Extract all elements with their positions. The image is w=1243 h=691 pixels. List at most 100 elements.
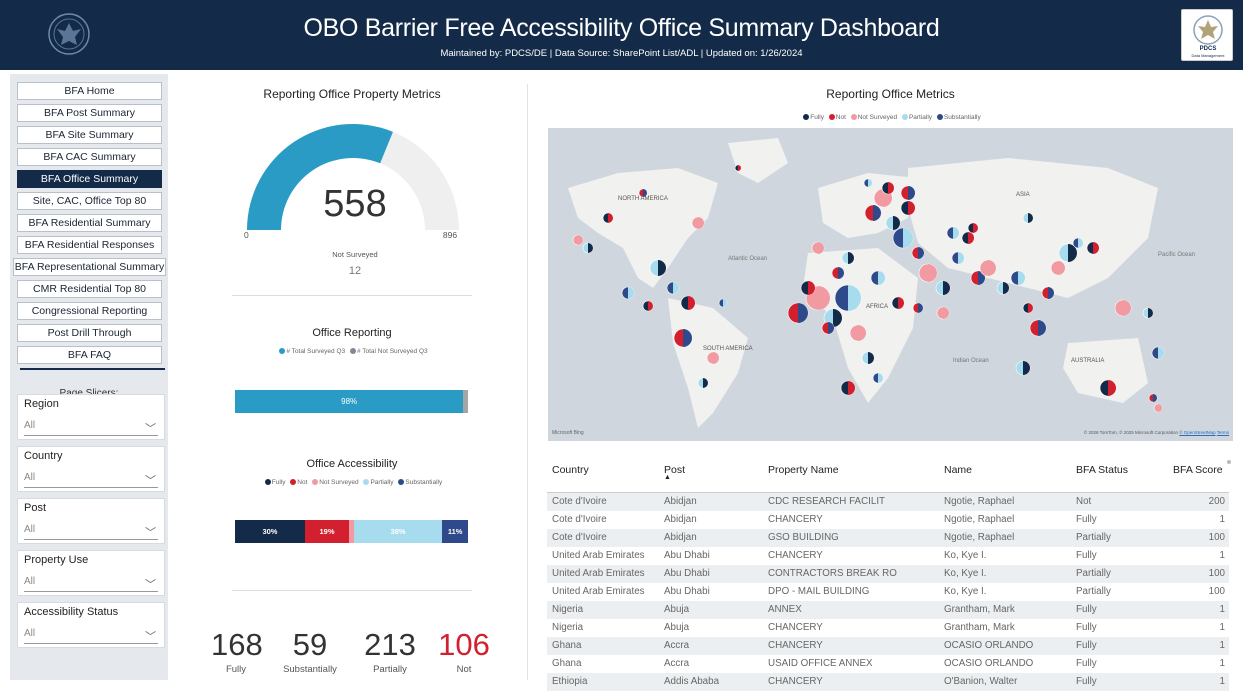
office-metrics-title: Reporting Office Metrics	[826, 87, 955, 101]
reporting-bar-label: 98%	[341, 397, 358, 406]
map-marker-slice	[1158, 347, 1164, 359]
table-row[interactable]: Nigeria Abuja ANNEX Grantham, Mark Fully 1	[547, 601, 1229, 619]
map-terms-link[interactable]: Terms	[1217, 430, 1229, 435]
table-cell: 1	[1219, 622, 1225, 633]
legend-dot-icon	[901, 114, 908, 120]
table-cell: Abu Dhabi	[664, 550, 710, 561]
table-scroll-indicator[interactable]	[1227, 460, 1231, 464]
kpi-not-value: 106	[438, 627, 490, 662]
legend-not-surveyed: # Total Not Surveyed Q3	[356, 348, 428, 355]
map-marker-slice	[628, 287, 634, 299]
map-marker-slice	[673, 282, 679, 294]
slicer-property-use-dropdown[interactable]: All ﹀	[24, 576, 158, 592]
chevron-down-icon: ﹀	[145, 631, 156, 643]
nav-bfa-representational-summary[interactable]: BFA Representational Summary	[13, 258, 166, 276]
map-marker-slice	[848, 381, 855, 395]
nav-bfa-residential-summary[interactable]: BFA Residential Summary	[17, 214, 162, 232]
nav-post-drill-through[interactable]: Post Drill Through	[17, 324, 162, 342]
map-legend-not-surveyed: Not Surveyed	[857, 114, 898, 121]
map-legend-not: Not	[835, 114, 846, 121]
table-row[interactable]: Cote d'Ivoire Abidjan CDC RESEARCH FACILIT…	[547, 493, 1229, 511]
gauge-min: 0	[244, 230, 249, 240]
table-row[interactable]: Nigeria Abuja CHANCERY Grantham, Mark Fully 1	[547, 619, 1229, 637]
map-label-africa: AFRICA	[866, 304, 889, 310]
kpi-substantially-value: 59	[292, 627, 328, 662]
nav-congressional-reporting[interactable]: Congressional Reporting	[17, 302, 162, 320]
landmass-greenland	[728, 138, 788, 183]
kpi-not-label: Not	[456, 664, 472, 675]
legend-dot-icon	[290, 479, 297, 485]
table-row[interactable]: United Arab Emirates Abu Dhabi CONTRACTORS…	[547, 565, 1229, 583]
header-bar: OBO Barrier Free Accessibility Office Su…	[0, 0, 1243, 70]
nav-bfa-residential-responses[interactable]: BFA Residential Responses	[17, 236, 162, 254]
chevron-down-icon: ﹀	[145, 475, 156, 487]
col-bfa-score[interactable]: BFA Score	[1173, 464, 1223, 476]
map-osm-link[interactable]: © OpenStreetMap	[1179, 430, 1215, 435]
table-cell: Fully	[1076, 676, 1097, 687]
col-country[interactable]: Country	[552, 464, 589, 476]
table-cell: United Arab Emirates	[552, 568, 645, 579]
table-cell: 1	[1219, 514, 1225, 525]
slicer-accessibility-status-dropdown[interactable]: All ﹀	[24, 628, 158, 644]
table-cell: United Arab Emirates	[552, 586, 645, 597]
table-cell: Abidjan	[664, 514, 697, 525]
office-accessibility-title: Office Accessibility	[306, 458, 398, 470]
map-marker-slice	[918, 303, 923, 313]
nav-bfa-office-summary[interactable]: BFA Office Summary	[17, 170, 162, 188]
legend-substantially: Substantially	[405, 479, 443, 486]
table-cell: OCASIO ORLANDO	[944, 658, 1034, 669]
office-reporting-legend: # Total Surveyed Q3 # Total Not Surveyed…	[232, 348, 472, 355]
table-row[interactable]: United Arab Emirates Abu Dhabi CHANCERY Ko,…	[547, 547, 1229, 565]
legend-dot-icon	[803, 114, 810, 120]
table-cell: O'Banion, Walter	[944, 676, 1018, 687]
table-cell: Grantham, Mark	[944, 604, 1015, 615]
table-row[interactable]: Ghana Accra CHANCERY OCASIO ORLANDO Fully 1	[547, 637, 1229, 655]
accessibility-stacked-bar[interactable]: 30% 19% 38% 11%	[235, 520, 468, 543]
slicer-country-dropdown[interactable]: All ﹀	[24, 472, 158, 488]
table-row[interactable]: United Arab Emirates Abu Dhabi DPO - MAIL …	[547, 583, 1229, 601]
col-name[interactable]: Name	[944, 464, 972, 476]
reporting-bar-track[interactable]: 98%	[235, 390, 468, 413]
map-marker-slice	[1028, 303, 1033, 313]
slicer-post-dropdown[interactable]: All ﹀	[24, 524, 158, 540]
legend-surveyed: # Total Surveyed Q3	[286, 348, 346, 355]
legend-dot-icon	[363, 479, 370, 485]
table-row[interactable]: Ghana Accra USAID OFFICE ANNEX OCASIO ORLAN…	[547, 655, 1229, 673]
logo-text: PDCS	[1199, 46, 1217, 52]
slicer-accessibility-status-label: Accessibility Status	[24, 606, 119, 618]
kpi-fully-label: Fully	[225, 664, 247, 675]
table-cell: ANNEX	[768, 604, 802, 615]
slicer-post: Post All ﹀	[17, 498, 165, 544]
nav-cmr-residential-top-80[interactable]: CMR Residential Top 80	[17, 280, 162, 298]
nav-bfa-site-summary[interactable]: BFA Site Summary	[17, 126, 162, 144]
sort-ascending-icon[interactable]: ▲	[664, 474, 671, 481]
table-row[interactable]: Cote d'Ivoire Abidjan CHANCERY Ngotie, Raph…	[547, 511, 1229, 529]
nav-bfa-home[interactable]: BFA Home	[17, 82, 162, 100]
col-property-name[interactable]: Property Name	[768, 464, 839, 476]
table-cell: 100	[1208, 532, 1225, 543]
table-cell: Not	[1076, 496, 1092, 507]
world-map[interactable]: NORTH AMERICA SOUTH AMERICA AFRICA ASIA …	[548, 128, 1233, 441]
slicer-region-dropdown[interactable]: All ﹀	[24, 420, 158, 436]
office-table: Country Post ▲ Property Name Name BFA St…	[547, 454, 1229, 691]
col-bfa-status[interactable]: BFA Status	[1076, 464, 1128, 476]
table-cell: Ko, Kye I.	[944, 568, 987, 579]
slicer-post-label: Post	[24, 502, 47, 514]
map-legend: Fully Not Not Surveyed Partially Substan…	[548, 114, 1233, 121]
chevron-down-icon: ﹀	[145, 579, 156, 591]
nav-bfa-faq[interactable]: BFA FAQ	[17, 346, 162, 364]
nav-bfa-cac-summary[interactable]: BFA CAC Summary	[17, 148, 162, 166]
map-legend-partially: Partially	[908, 114, 933, 121]
table-cell: CHANCERY	[768, 550, 823, 561]
table-cell: 200	[1208, 496, 1225, 507]
nav-top-80[interactable]: Site, CAC, Office Top 80	[17, 192, 162, 210]
map-marker-slice	[1038, 320, 1046, 336]
nav-bfa-post-summary[interactable]: BFA Post Summary	[17, 104, 162, 122]
table-cell: Fully	[1076, 550, 1097, 561]
map-marker-slice	[723, 299, 727, 307]
map-label-indian: Indian Ocean	[953, 358, 989, 364]
table-row[interactable]: Cote d'Ivoire Abidjan GSO BUILDING Ngotie, …	[547, 529, 1229, 547]
table-row[interactable]: Ethiopia Addis Ababa CHANCERY O'Banion, Wal…	[547, 673, 1229, 691]
table-cell: GSO BUILDING	[768, 532, 839, 543]
slicer-region-value: All	[24, 420, 36, 431]
